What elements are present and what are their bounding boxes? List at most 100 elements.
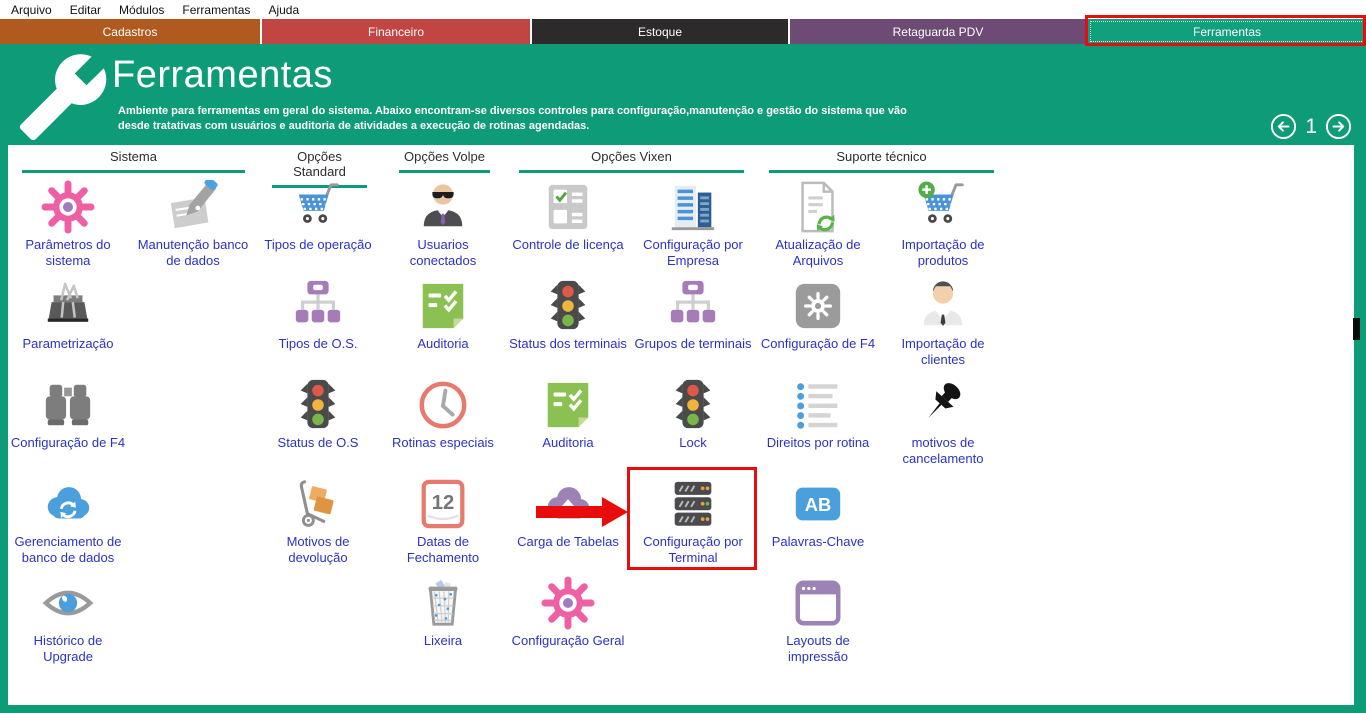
tile-label: Grupos de terminais	[633, 336, 753, 352]
tile-auditoria[interactable]: Auditoria	[383, 278, 503, 352]
gear-pink-icon	[8, 179, 128, 235]
org-chart-icon	[633, 278, 753, 334]
menu-item-arquivo[interactable]: Arquivo	[2, 3, 61, 17]
tile-configuracao-por-empresa[interactable]: Configuração por Empresa	[633, 179, 753, 268]
tile-manutencao-banco-de-dados[interactable]: Manutenção banco de dados	[133, 179, 253, 268]
tile-label: Tipos de O.S.	[258, 336, 378, 352]
page-description: Ambiente para ferramentas em geral do si…	[118, 104, 938, 134]
push-pin-icon	[883, 377, 1003, 433]
tile-label: Palavras-Chave	[758, 534, 878, 550]
traffic-light-icon	[633, 377, 753, 433]
buildings-icon	[633, 179, 753, 235]
tile-tipos-de-operacao[interactable]: Tipos de operação	[258, 179, 378, 253]
section-header-sistema: Sistema	[22, 149, 245, 173]
module-tab-retaguarda-pdv[interactable]: Retaguarda PDV	[790, 19, 1086, 44]
note-check-icon	[508, 377, 628, 433]
tile-direitos-por-rotina[interactable]: Direitos por rotina	[758, 377, 878, 451]
tile-label: Controle de licença	[508, 237, 628, 253]
tile-label: Motivos de devolução	[258, 534, 378, 565]
gear-square-icon	[758, 278, 878, 334]
frame-right	[1354, 145, 1366, 713]
module-tab-cadastros[interactable]: Cadastros	[0, 19, 260, 44]
tile-grupos-de-terminais[interactable]: Grupos de terminais	[633, 278, 753, 352]
module-tab-financeiro[interactable]: Financeiro	[262, 19, 530, 44]
wrench-icon	[16, 50, 110, 149]
page-title: Ferramentas	[112, 54, 333, 97]
menu-item-ajuda[interactable]: Ajuda	[259, 3, 308, 17]
tile-gerenciamento-de-banco-de-dados[interactable]: Gerenciamento de banco de dados	[8, 476, 128, 565]
tile-label: Configuração por Empresa	[633, 237, 753, 268]
tile-motivos-de-cancelamento[interactable]: motivos de cancelamento	[883, 377, 1003, 466]
tile-label: Configuração Geral	[508, 633, 628, 649]
tile-controle-de-licenca[interactable]: Controle de licença	[508, 179, 628, 253]
svg-text:12: 12	[432, 492, 455, 514]
tile-atualizacao-de-arquivos[interactable]: Atualização de Arquivos	[758, 179, 878, 268]
note-check-icon	[383, 278, 503, 334]
tile-label: Importação de clientes	[883, 336, 1003, 367]
eye-icon	[8, 575, 128, 631]
menu-item-editar[interactable]: Editar	[61, 3, 110, 17]
description-line-2: desde tratativas com usuários e auditori…	[118, 119, 938, 134]
tile-importacao-de-produtos[interactable]: Importação de produtos	[883, 179, 1003, 268]
menu-item-ferramentas[interactable]: Ferramentas	[173, 3, 259, 17]
tile-configuracao-geral[interactable]: Configuração Geral	[508, 575, 628, 649]
tile-label: Usuarios conectados	[383, 237, 503, 268]
tile-label: Gerenciamento de banco de dados	[8, 534, 128, 565]
tile-parametrizacao[interactable]: Parametrização	[8, 278, 128, 352]
user-tie-icon	[883, 278, 1003, 334]
tile-configuracao-de-f4[interactable]: Configuração de F4	[758, 278, 878, 352]
tile-rotinas-especiais[interactable]: Rotinas especiais	[383, 377, 503, 451]
window-layout-icon	[758, 575, 878, 631]
tile-label: Direitos por rotina	[758, 435, 878, 451]
tile-label: Manutenção banco de dados	[133, 237, 253, 268]
tile-parametros-do-sistema[interactable]: Parâmetros do sistema	[8, 179, 128, 268]
hand-truck-icon	[258, 476, 378, 532]
tile-tipos-de-o-s[interactable]: Tipos de O.S.	[258, 278, 378, 352]
bullet-list-icon	[758, 377, 878, 433]
module-tab-label: Retaguarda PDV	[893, 25, 984, 39]
tile-label: Datas de Fechamento	[383, 534, 503, 565]
tools-panel: Sistema Opções Standard Opções Volpe Opç…	[8, 145, 1354, 705]
section-header-opcoes-volpe: Opções Volpe	[399, 149, 490, 173]
tile-label: Carga de Tabelas	[508, 534, 628, 550]
trash-icon	[383, 575, 503, 631]
module-tab-estoque[interactable]: Estoque	[532, 19, 788, 44]
tile-label: motivos de cancelamento	[883, 435, 1003, 466]
traffic-light-icon	[258, 377, 378, 433]
clock-icon	[383, 377, 503, 433]
tile-importacao-de-clientes[interactable]: Importação de clientes	[883, 278, 1003, 367]
tile-label: Status de O.S	[258, 435, 378, 451]
tile-historico-de-upgrade[interactable]: Histórico de Upgrade	[8, 575, 128, 664]
module-tab-label: Estoque	[638, 25, 682, 39]
tile-status-dos-terminais[interactable]: Status dos terminais	[508, 278, 628, 352]
tile-label: Tipos de operação	[258, 237, 378, 253]
tile-label: Lixeira	[383, 633, 503, 649]
tile-lixeira[interactable]: Lixeira	[383, 575, 503, 649]
section-header-opcoes-vixen: Opções Vixen	[519, 149, 744, 173]
annotation-arrow-shaft	[536, 506, 602, 518]
keywords-ab-icon: AB	[758, 476, 878, 532]
tile-layouts-de-impressao[interactable]: Layouts de impressão	[758, 575, 878, 664]
tile-label: Rotinas especiais	[383, 435, 503, 451]
tile-status-de-o-s[interactable]: Status de O.S	[258, 377, 378, 451]
frame-left	[0, 145, 8, 713]
user-sunglasses-icon	[383, 179, 503, 235]
tile-palavras-chave[interactable]: AB Palavras-Chave	[758, 476, 878, 550]
tile-usuarios-conectados[interactable]: Usuarios conectados	[383, 179, 503, 268]
tile-label: Parâmetros do sistema	[8, 237, 128, 268]
tile-configuracao-de-f4[interactable]: Configuração de F4	[8, 377, 128, 451]
tile-lock[interactable]: Lock	[633, 377, 753, 451]
tile-datas-de-fechamento[interactable]: 12 Datas de Fechamento	[383, 476, 503, 565]
org-chart-icon	[258, 278, 378, 334]
circle-arrow-left-icon[interactable]	[1270, 113, 1297, 140]
tile-label: Histórico de Upgrade	[8, 633, 128, 664]
tile-label: Auditoria	[383, 336, 503, 352]
annotation-box-ferramentas-tab	[1085, 15, 1366, 46]
tile-label: Layouts de impressão	[758, 633, 878, 664]
tile-label: Auditoria	[508, 435, 628, 451]
circle-arrow-right-icon[interactable]	[1325, 113, 1352, 140]
pen-document-icon	[133, 179, 253, 235]
tile-auditoria[interactable]: Auditoria	[508, 377, 628, 451]
menu-item-modulos[interactable]: Módulos	[110, 3, 173, 17]
tile-motivos-de-devolucao[interactable]: Motivos de devolução	[258, 476, 378, 565]
